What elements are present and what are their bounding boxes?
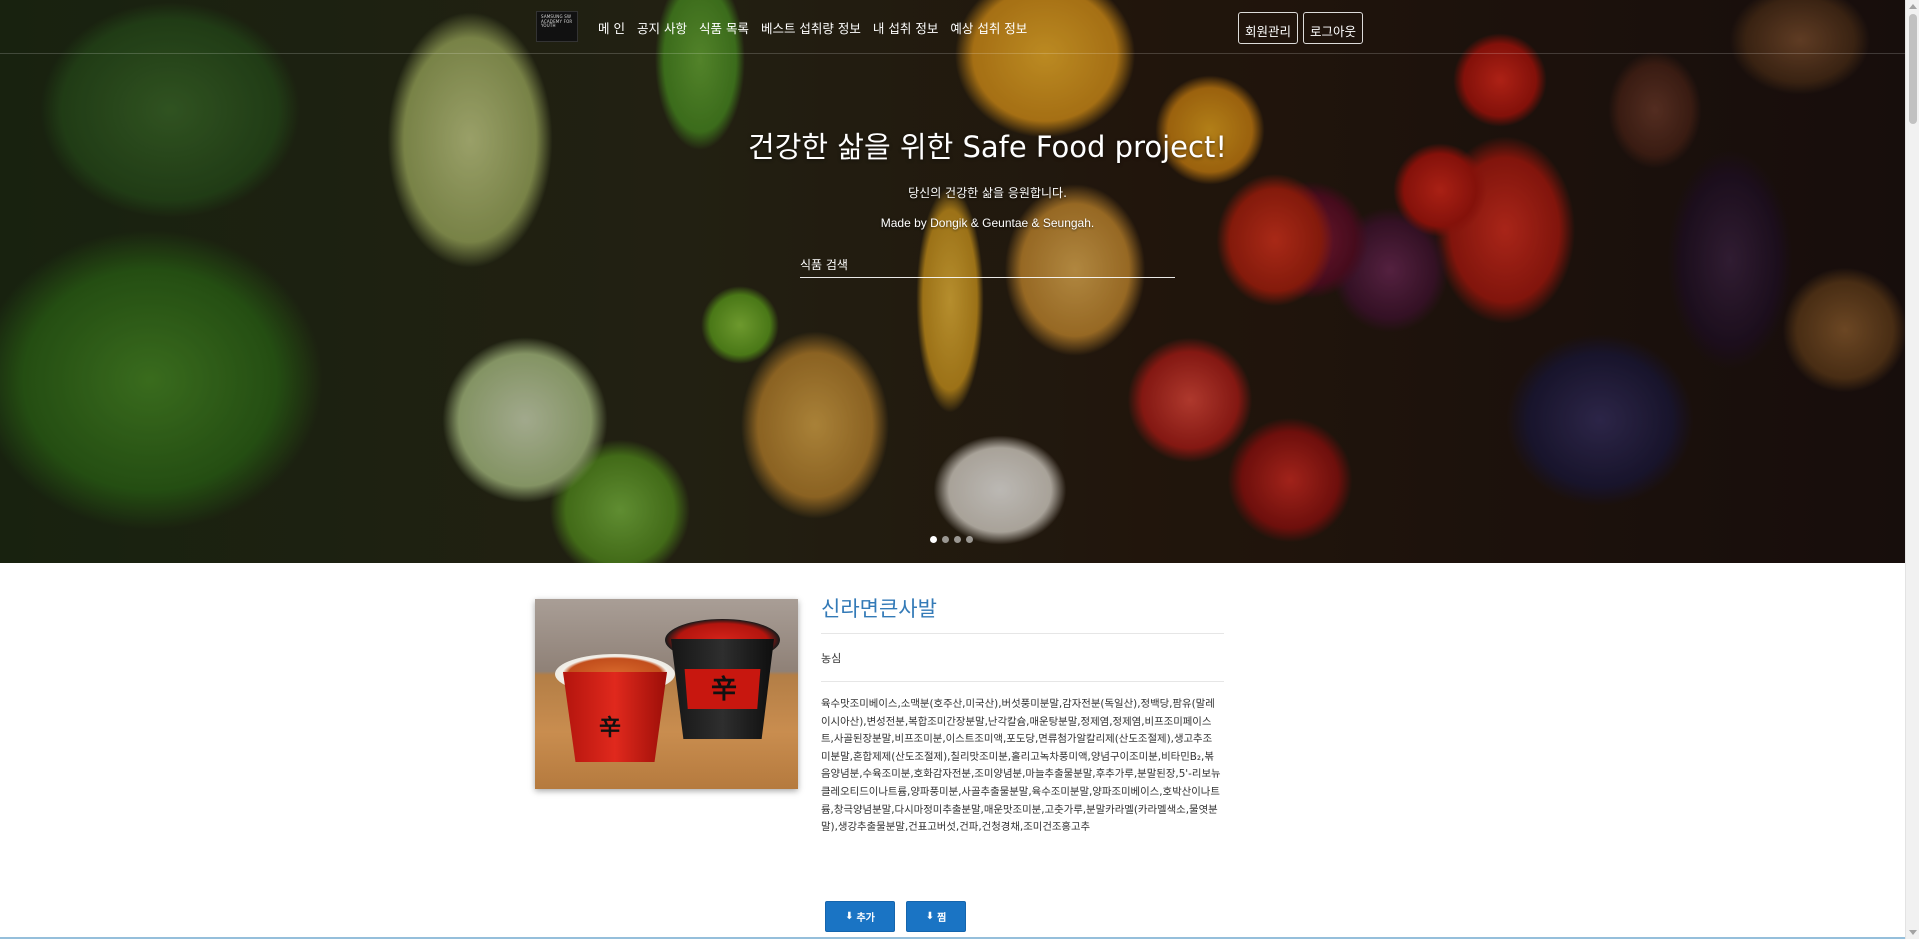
top-navbar: SAMSUNG SW ACADEMY FOR YOUTH 메 인 공지 사항 식… bbox=[0, 0, 1905, 54]
cup-mark: 辛 bbox=[599, 716, 622, 741]
divider bbox=[821, 633, 1224, 634]
product-image: 辛 辛 bbox=[535, 599, 798, 789]
carousel-dot-2[interactable] bbox=[942, 536, 949, 543]
hero-subtitle: 당신의 건강한 삶을 응원합니다. bbox=[908, 186, 1067, 200]
product-name: 신라면큰사발 bbox=[821, 597, 937, 621]
nav-item-expected-intake[interactable]: 예상 섭취 정보 bbox=[950, 18, 1027, 37]
pick-label: 찜 bbox=[937, 913, 947, 924]
product-actions: ⬇ 추가 ⬇ 찜 bbox=[825, 901, 966, 932]
cup-mark: 辛 bbox=[711, 675, 738, 705]
add-intake-label: 추가 bbox=[856, 913, 875, 924]
pick-button[interactable]: ⬇ 찜 bbox=[906, 901, 966, 932]
ramen-bowl-open: 辛 bbox=[555, 654, 675, 764]
food-search bbox=[800, 252, 1175, 278]
nav-item-main[interactable]: 메 인 bbox=[598, 18, 625, 37]
divider bbox=[821, 681, 1224, 682]
download-icon: ⬇ bbox=[925, 911, 935, 922]
add-intake-button[interactable]: ⬇ 추가 bbox=[825, 901, 895, 932]
download-icon: ⬇ bbox=[845, 911, 854, 922]
hero-overlay bbox=[0, 0, 1905, 563]
hero-credit: Made by Dongik & Geuntae & Seungah. bbox=[880, 216, 1095, 230]
nav-item-best-intake[interactable]: 베스트 섭취량 정보 bbox=[761, 18, 861, 37]
nav-item-food-list[interactable]: 식품 목록 bbox=[699, 18, 749, 37]
nav-item-notice[interactable]: 공지 사항 bbox=[637, 18, 687, 37]
scroll-thumb[interactable] bbox=[1909, 14, 1917, 124]
scroll-down-arrow-icon[interactable] bbox=[1909, 930, 1917, 935]
member-manage-button[interactable]: 회원관리 bbox=[1238, 12, 1299, 44]
nav-item-my-intake[interactable]: 내 섭취 정보 bbox=[873, 18, 938, 37]
carousel-dot-4[interactable] bbox=[966, 536, 973, 543]
product-info: 신라면큰사발 농심 육수맛조미베이스,소맥분(호주산,미국산),버섯풍미분말,감… bbox=[821, 594, 1224, 837]
logout-button[interactable]: 로그아웃 bbox=[1303, 12, 1364, 44]
scroll-up-arrow-icon[interactable] bbox=[1909, 4, 1917, 9]
page-scrollbar[interactable] bbox=[1905, 0, 1919, 939]
logo-text: SAMSUNG SW ACADEMY FOR YOUTH bbox=[541, 14, 573, 28]
ramen-bowl-closed: 辛 bbox=[665, 619, 780, 744]
carousel-dot-3[interactable] bbox=[954, 536, 961, 543]
hero-carousel: SAMSUNG SW ACADEMY FOR YOUTH 메 인 공지 사항 식… bbox=[0, 0, 1905, 563]
carousel-dot-1[interactable] bbox=[930, 536, 937, 543]
nav-menu: 메 인 공지 사항 식품 목록 베스트 섭취량 정보 내 섭취 정보 예상 섭취… bbox=[598, 18, 1027, 37]
hero-title: 건강한 삶을 위한 Safe Food project! bbox=[748, 130, 1227, 164]
food-search-input[interactable] bbox=[800, 252, 1175, 277]
product-maker: 농심 bbox=[821, 652, 842, 665]
site-logo[interactable]: SAMSUNG SW ACADEMY FOR YOUTH bbox=[536, 11, 578, 42]
carousel-indicators bbox=[930, 536, 973, 543]
nav-buttons: 회원관리 로그아웃 bbox=[1238, 12, 1364, 44]
product-ingredients: 육수맛조미베이스,소맥분(호주산,미국산),버섯풍미분말,감자전분(독일산),정… bbox=[821, 698, 1221, 834]
